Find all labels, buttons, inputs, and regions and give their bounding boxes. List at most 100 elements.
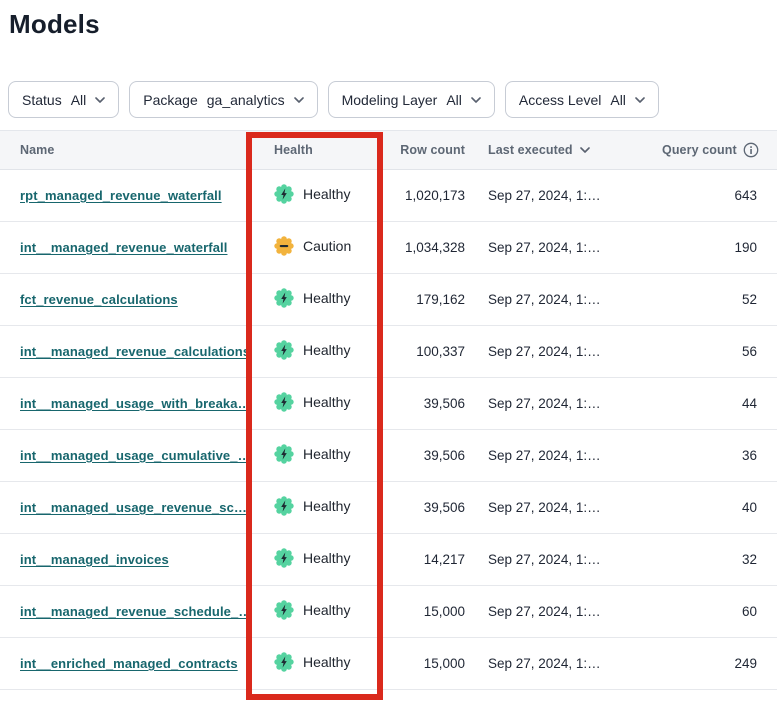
filter-label: Access Level: [519, 92, 601, 108]
column-header-row-count[interactable]: Row count: [385, 143, 465, 157]
health-label: Healthy: [303, 550, 350, 566]
filter-status[interactable]: Status All: [8, 81, 119, 118]
filter-value: All: [446, 92, 462, 108]
table-row: int__managed_usage_cumulative_…: [0, 430, 777, 482]
table-row: int__managed_revenue_schedule_…: [0, 586, 777, 638]
model-name-link[interactable]: int__managed_revenue_schedule_…: [20, 604, 251, 619]
filter-label: Package: [143, 92, 197, 108]
table-row: fct_revenue_calculations: [0, 274, 777, 326]
table-row: rpt_managed_revenue_waterfall: [0, 170, 777, 222]
health-status-icon: [274, 496, 294, 516]
model-name-link[interactable]: int__managed_revenue_waterfall: [20, 240, 227, 255]
row-count-cell: 14,217: [385, 552, 465, 567]
row-count-cell: 39,506: [385, 500, 465, 515]
table-body: rpt_managed_revenue_waterfall: [0, 170, 777, 690]
health-label: Healthy: [303, 654, 350, 670]
health-cell: Healthy: [250, 600, 385, 623]
models-page: Models Status All Package ga_analytics M…: [0, 8, 777, 703]
sort-chevron-down-icon: [580, 147, 590, 153]
model-name-link[interactable]: int__managed_usage_revenue_sc…: [20, 500, 247, 515]
health-cell: Caution: [250, 236, 385, 259]
health-cell: Healthy: [250, 340, 385, 363]
name-cell: int__managed_revenue_calculations: [0, 344, 250, 359]
model-name-link[interactable]: int__enriched_managed_contracts: [20, 656, 238, 671]
model-name-link[interactable]: rpt_managed_revenue_waterfall: [20, 188, 222, 203]
row-count-cell: 1,020,173: [385, 188, 465, 203]
name-cell: int__managed_invoices: [0, 552, 250, 567]
health-status-icon: [274, 288, 294, 308]
row-count-cell: 179,162: [385, 292, 465, 307]
filter-bar: Status All Package ga_analytics Modeling…: [8, 81, 777, 118]
health-label: Healthy: [303, 498, 350, 514]
filter-modeling-layer[interactable]: Modeling Layer All: [328, 81, 495, 118]
health-label: Caution: [303, 238, 351, 254]
health-status-icon: [274, 548, 294, 568]
model-name-link[interactable]: int__managed_revenue_calculations: [20, 344, 250, 359]
query-count-cell: 52: [662, 292, 777, 307]
column-header-label: Query count: [662, 143, 737, 157]
model-name-link[interactable]: int__managed_invoices: [20, 552, 169, 567]
health-cell: Healthy: [250, 392, 385, 415]
column-header-label: Last executed: [488, 143, 573, 157]
query-count-cell: 32: [662, 552, 777, 567]
health-cell: Healthy: [250, 652, 385, 675]
table-row: int__managed_revenue_waterfall: [0, 222, 777, 274]
name-cell: fct_revenue_calculations: [0, 292, 250, 307]
health-cell: Healthy: [250, 444, 385, 467]
last-executed-cell: Sep 27, 2024, 1:…: [465, 656, 662, 671]
column-header-health[interactable]: Health: [250, 143, 385, 157]
query-count-cell: 249: [662, 656, 777, 671]
page-title: Models: [9, 8, 777, 40]
health-label: Healthy: [303, 186, 350, 202]
health-label: Healthy: [303, 290, 350, 306]
health-status-icon: [274, 652, 294, 672]
health-badge: Healthy: [274, 184, 350, 204]
name-cell: int__enriched_managed_contracts: [0, 656, 250, 671]
model-name-link[interactable]: int__managed_usage_cumulative_…: [20, 448, 251, 463]
filter-value: All: [610, 92, 626, 108]
health-badge: Healthy: [274, 340, 350, 360]
filter-access-level[interactable]: Access Level All: [505, 81, 659, 118]
health-badge: Healthy: [274, 444, 350, 464]
table-row: int__managed_usage_revenue_sc…: [0, 482, 777, 534]
column-header-query-count[interactable]: Query count: [662, 142, 777, 158]
name-cell: int__managed_usage_cumulative_…: [0, 448, 250, 463]
health-status-icon: [274, 444, 294, 464]
health-status-icon: [274, 600, 294, 620]
health-badge: Healthy: [274, 496, 350, 516]
name-cell: int__managed_usage_revenue_sc…: [0, 500, 250, 515]
health-cell: Healthy: [250, 288, 385, 311]
row-count-cell: 15,000: [385, 656, 465, 671]
health-status-icon: [274, 184, 294, 204]
health-badge: Healthy: [274, 600, 350, 620]
last-executed-cell: Sep 27, 2024, 1:…: [465, 552, 662, 567]
row-count-cell: 1,034,328: [385, 240, 465, 255]
table-row: int__managed_invoices: [0, 534, 777, 586]
last-executed-cell: Sep 27, 2024, 1:…: [465, 396, 662, 411]
health-status-icon: [274, 236, 294, 256]
filter-package[interactable]: Package ga_analytics: [129, 81, 317, 118]
row-count-cell: 15,000: [385, 604, 465, 619]
chevron-down-icon: [471, 97, 481, 103]
models-table: Name Health Row count Last executed Quer…: [0, 130, 777, 690]
model-name-link[interactable]: fct_revenue_calculations: [20, 292, 178, 307]
query-count-cell: 40: [662, 500, 777, 515]
last-executed-cell: Sep 27, 2024, 1:…: [465, 188, 662, 203]
health-badge: Healthy: [274, 548, 350, 568]
query-count-cell: 643: [662, 188, 777, 203]
table-row: int__managed_revenue_calculations: [0, 326, 777, 378]
model-name-link[interactable]: int__managed_usage_with_breaka…: [20, 396, 251, 411]
health-status-icon: [274, 392, 294, 412]
name-cell: rpt_managed_revenue_waterfall: [0, 188, 250, 203]
chevron-down-icon: [294, 97, 304, 103]
row-count-cell: 39,506: [385, 396, 465, 411]
column-header-name[interactable]: Name: [0, 143, 250, 157]
filter-value: ga_analytics: [207, 92, 285, 108]
table-header: Name Health Row count Last executed Quer…: [0, 130, 777, 170]
info-icon[interactable]: [743, 142, 759, 158]
column-header-last-executed[interactable]: Last executed: [465, 143, 662, 157]
name-cell: int__managed_revenue_schedule_…: [0, 604, 250, 619]
health-badge: Healthy: [274, 392, 350, 412]
chevron-down-icon: [635, 97, 645, 103]
query-count-cell: 190: [662, 240, 777, 255]
